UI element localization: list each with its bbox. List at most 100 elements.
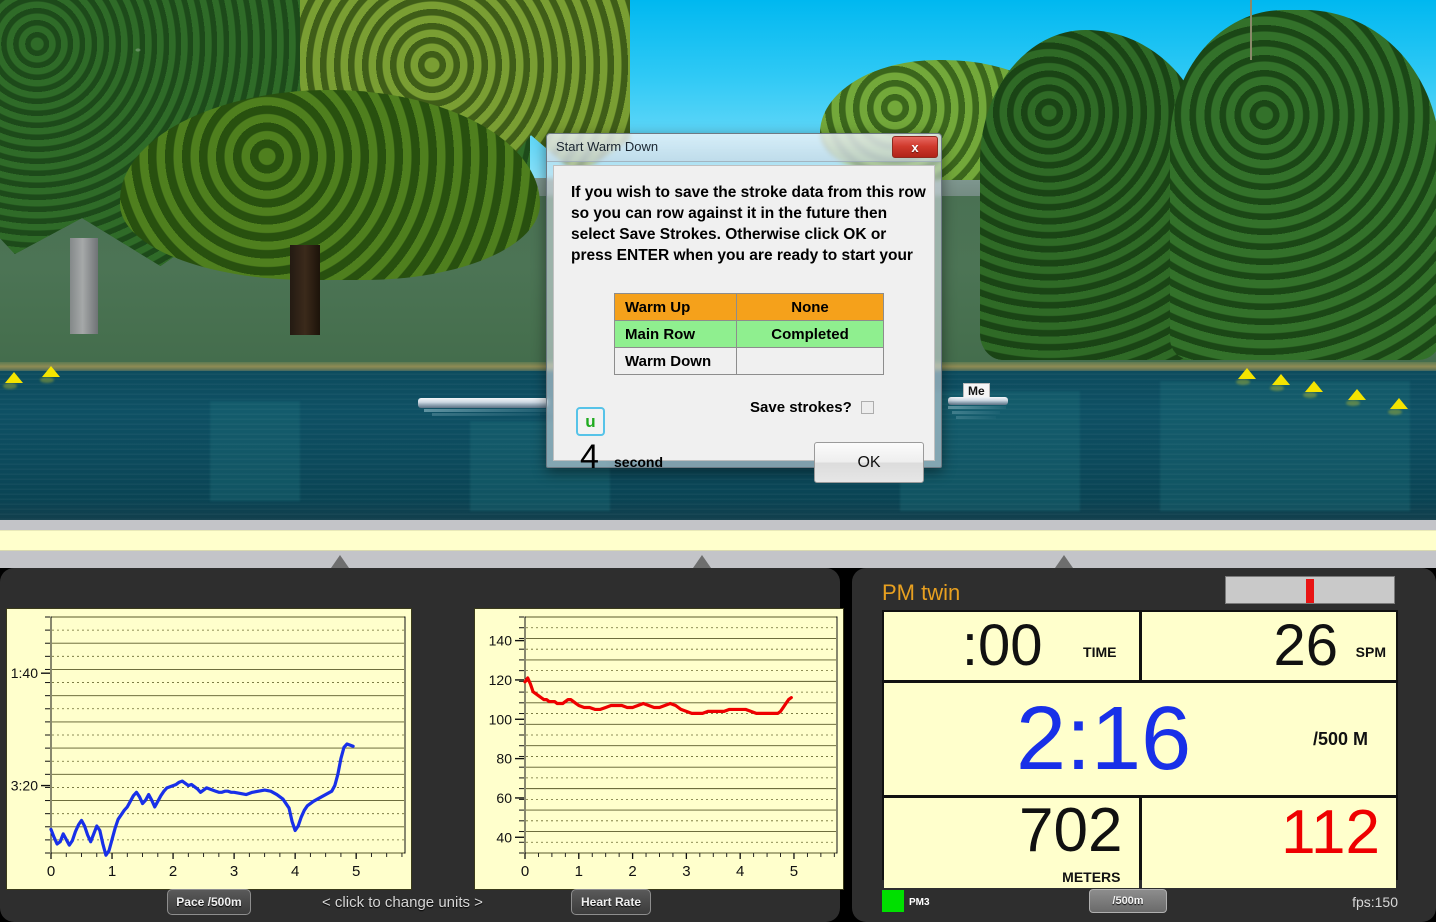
svg-text:3: 3	[230, 863, 238, 880]
pace-chart[interactable]: 1:40 3:20 0 1 2 3 4 5	[6, 608, 412, 890]
svg-text:1:40: 1:40	[11, 665, 38, 681]
stone-post	[70, 238, 98, 334]
buoy-reflection	[1346, 400, 1360, 406]
svg-text:80: 80	[496, 751, 512, 767]
pace-units-button[interactable]: Pace /500m	[167, 889, 251, 915]
course-marker	[331, 555, 349, 568]
spm-value: 26	[1273, 613, 1338, 678]
water-reflection	[210, 401, 300, 501]
dialog-title: Start Warm Down	[556, 139, 659, 154]
app-root: Me 1:40 3:20 0 1 2 3 4 5 40 60 80 100 120 140 0 1 2 3 4 5 …	[0, 0, 1436, 922]
water-reflection	[1160, 381, 1410, 511]
buoy-reflection	[3, 383, 17, 389]
buoy-marker	[1238, 368, 1256, 379]
svg-text:3:20: 3:20	[11, 778, 38, 794]
spm-cell[interactable]: 26 SPM	[1141, 612, 1396, 680]
course-marker	[693, 555, 711, 568]
warm-down-value	[736, 347, 884, 375]
svg-text:4: 4	[736, 863, 744, 880]
monitor-title: PM twin	[882, 580, 961, 605]
units-toggle-button[interactable]: u	[576, 407, 605, 436]
dialog-title-bar[interactable]: Start Warm Down	[547, 134, 941, 162]
svg-text:100: 100	[489, 711, 513, 727]
svg-text:5: 5	[790, 863, 798, 880]
heart-rate-chart[interactable]: 40 60 80 100 120 140 0 1 2 3 4 5	[474, 608, 844, 890]
buoy-marker	[1390, 398, 1408, 409]
heart-rate-chart-svg: 40 60 80 100 120 140 0 1 2 3 4 5	[489, 616, 838, 880]
heart-rate-value: 112	[1281, 798, 1380, 867]
my-boat-wake	[956, 416, 996, 419]
table-row: Warm Up None	[614, 293, 884, 321]
meters-value: 702	[1019, 796, 1123, 865]
buoy-marker	[1348, 389, 1366, 400]
svg-text:2: 2	[628, 863, 636, 880]
main-row-value: Completed	[736, 320, 884, 348]
countdown-value: 4	[580, 438, 599, 476]
buoy-marker	[1272, 374, 1290, 385]
svg-text:60: 60	[496, 790, 512, 806]
svg-text:1: 1	[108, 863, 116, 880]
svg-text:140: 140	[489, 633, 513, 649]
meters-unit: METERS	[1062, 869, 1121, 885]
dialog-body: If you wish to save the stroke data from…	[553, 165, 935, 483]
svg-text:1: 1	[575, 863, 583, 880]
opponent-boat-wake	[424, 409, 554, 412]
meters-cell[interactable]: 702 METERS	[884, 798, 1139, 888]
svg-text:2: 2	[169, 863, 177, 880]
svg-text:3: 3	[682, 863, 690, 880]
buoy-marker	[5, 372, 23, 383]
my-boat-wake	[948, 406, 1006, 409]
main-row-label: Main Row	[614, 320, 737, 348]
stroke-force-indicator	[1306, 579, 1314, 603]
antenna-pole	[1250, 0, 1252, 60]
performance-monitor-panel: PM twin :00 TIME 26 SPM 2:16 /500 M 702 …	[852, 568, 1436, 922]
ok-button[interactable]: OK	[814, 442, 924, 483]
warm-up-value: None	[736, 293, 884, 321]
workout-status-table: Warm Up None Main Row Completed Warm Dow…	[614, 293, 884, 375]
opponent-boat-wake	[432, 413, 540, 416]
close-icon[interactable]: x	[892, 136, 938, 158]
buoy-marker	[1305, 381, 1323, 392]
start-warm-down-dialog: Start Warm Down x If you wish to save th…	[546, 133, 942, 483]
dialog-message: If you wish to save the stroke data from…	[571, 184, 926, 264]
time-cell[interactable]: :00 TIME	[884, 612, 1139, 680]
time-unit: TIME	[1083, 644, 1117, 660]
svg-text:40: 40	[496, 829, 512, 845]
pace-unit: /500 M	[1312, 728, 1368, 749]
opponent-boat	[418, 398, 548, 408]
buoy-reflection	[1270, 385, 1284, 391]
svg-text:4: 4	[291, 863, 299, 880]
buoy-reflection	[1236, 379, 1250, 385]
monitor-units-button[interactable]: /500m	[1089, 889, 1167, 913]
monitor-footer: PM3 /500m fps:150	[882, 888, 1398, 914]
table-row: Main Row Completed	[614, 320, 884, 348]
my-boat	[948, 397, 1008, 405]
svg-text:0: 0	[47, 863, 55, 880]
heart-rate-cell[interactable]: 112	[1141, 798, 1396, 888]
table-row: Warm Down	[614, 347, 884, 375]
buoy-marker	[42, 366, 60, 377]
change-units-hint: < click to change units >	[322, 894, 483, 911]
warm-up-label: Warm Up	[614, 293, 737, 321]
time-value: :00	[961, 613, 1043, 678]
pace-value: 2:16	[1016, 689, 1192, 789]
svg-text:5: 5	[352, 863, 360, 880]
charts-panel: 1:40 3:20 0 1 2 3 4 5 40 60 80 100 120 140 0 1 2 3 4 5 Pac…	[0, 568, 844, 922]
countdown-unit: second	[614, 454, 664, 470]
pace-chart-svg: 1:40 3:20 0 1 2 3 4 5	[11, 616, 406, 880]
save-strokes-row: Save strokes?	[750, 399, 874, 416]
save-strokes-checkbox[interactable]	[860, 401, 874, 414]
oak-trunk	[290, 245, 320, 335]
warm-down-label: Warm Down	[614, 347, 737, 375]
hedge-right-2	[1170, 10, 1436, 360]
race-progress-track[interactable]	[0, 530, 1436, 551]
device-label: PM3	[909, 897, 930, 908]
my-boat-wake	[952, 411, 1000, 414]
heart-rate-button[interactable]: Heart Rate	[571, 889, 651, 915]
buoy-reflection	[1303, 392, 1317, 398]
buoy-reflection	[40, 377, 54, 383]
pace-cell[interactable]: 2:16 /500 M	[884, 683, 1396, 795]
stroke-force-bar[interactable]	[1225, 576, 1395, 604]
fps-counter: fps:150	[1352, 894, 1398, 910]
connection-led	[882, 890, 904, 912]
